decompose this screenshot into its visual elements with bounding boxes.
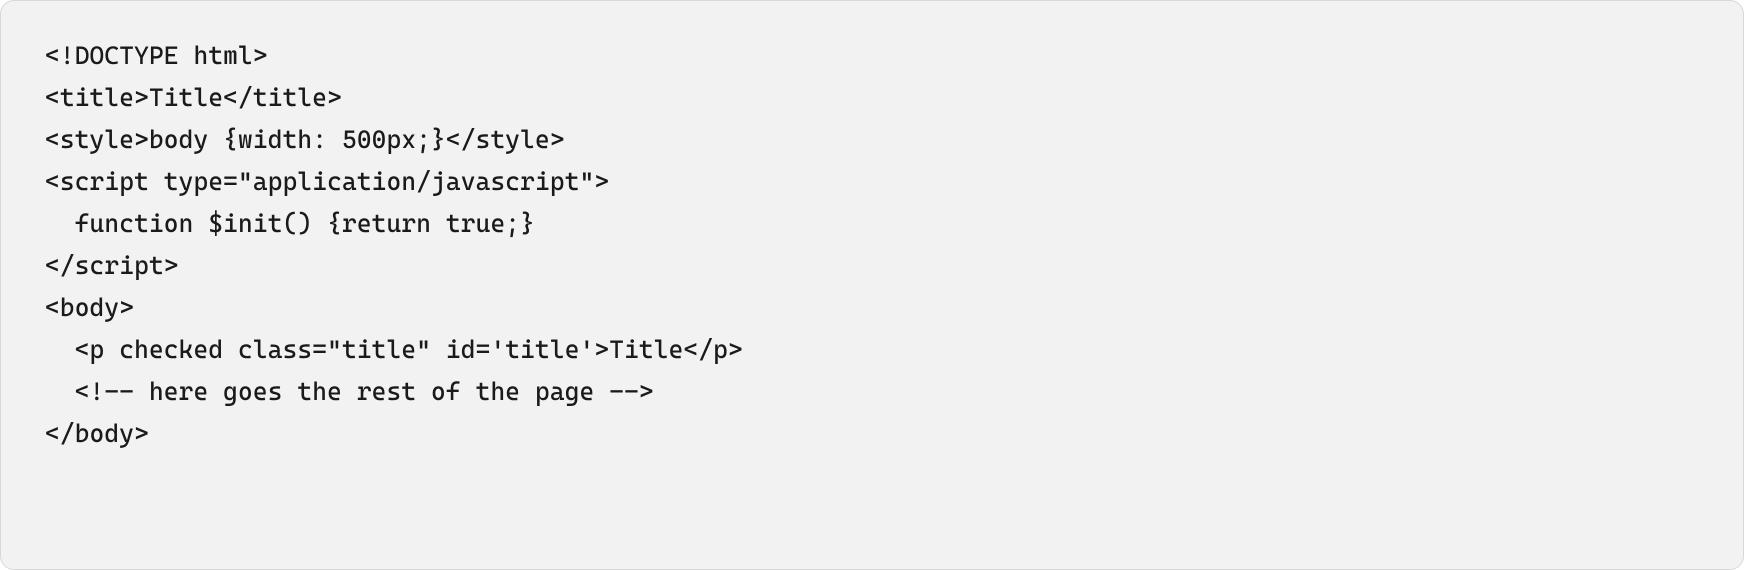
code-content: <!DOCTYPE html> <title>Title</title> <st… <box>45 35 1699 455</box>
code-block: <!DOCTYPE html> <title>Title</title> <st… <box>0 0 1744 570</box>
